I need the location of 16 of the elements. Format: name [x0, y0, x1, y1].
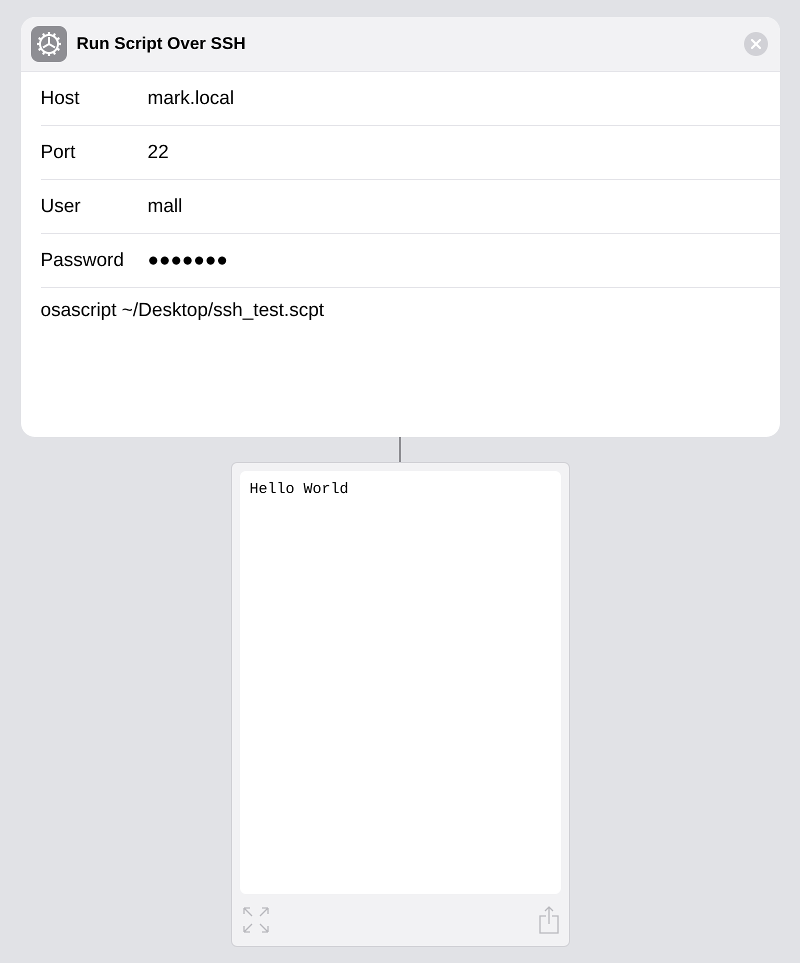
gear-icon [30, 26, 66, 62]
share-icon[interactable] [538, 906, 558, 934]
input-field[interactable]: mall [148, 196, 182, 218]
script-field[interactable]: osascript ~/Desktop/ssh_test.scpt [20, 288, 780, 334]
field-label: User [40, 196, 82, 218]
expand-icon[interactable] [242, 906, 270, 934]
field-label: Password [40, 250, 125, 272]
action-title: Run Script Over SSH [76, 34, 247, 54]
output-text: Hello World [240, 471, 560, 894]
input-field[interactable]: ●●●●●●● [148, 250, 228, 272]
field-label: Port [40, 142, 76, 164]
input-field[interactable]: mark.local [148, 88, 234, 110]
close-icon [744, 32, 768, 56]
input-field[interactable]: 22 [148, 142, 169, 164]
close-button[interactable] [744, 32, 768, 56]
field-label: Host [40, 88, 81, 110]
